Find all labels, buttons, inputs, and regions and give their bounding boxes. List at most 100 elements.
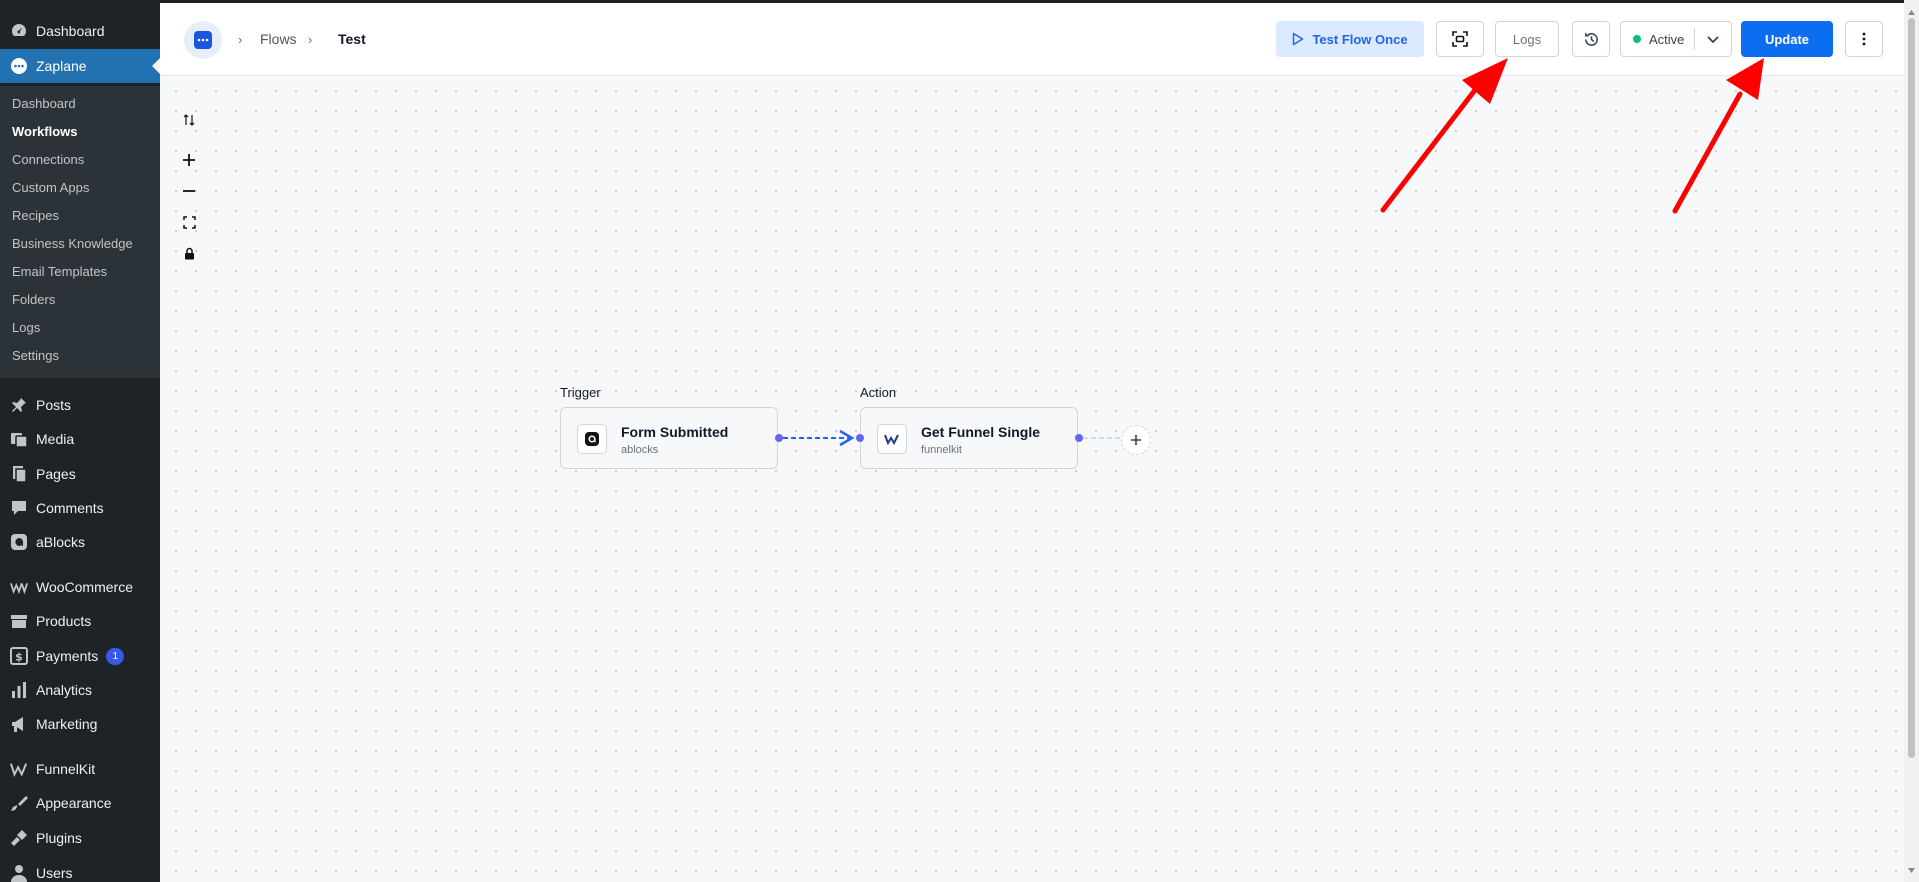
menu-products[interactable]: Products: [0, 604, 160, 638]
menu-label: Marketing: [36, 716, 98, 732]
status-select[interactable]: Active: [1620, 21, 1732, 57]
kebab-menu-icon: [1862, 32, 1866, 46]
scroll-down-icon[interactable]: [1907, 861, 1916, 879]
update-button[interactable]: Update: [1741, 21, 1833, 57]
menu-label: Dashboard: [36, 23, 105, 39]
trigger-section-label: Trigger: [560, 385, 601, 400]
vertical-scrollbar[interactable]: [1904, 0, 1919, 882]
zaplane-logo-icon: [194, 31, 212, 49]
zoom-out-icon[interactable]: [180, 182, 198, 200]
funnelkit-app-icon: [877, 424, 907, 454]
comments-icon: [10, 499, 28, 517]
test-flow-button[interactable]: Test Flow Once: [1276, 21, 1424, 57]
chevron-right-icon: ›: [238, 32, 243, 47]
menu-marketing[interactable]: Marketing: [0, 707, 160, 741]
test-flow-label: Test Flow Once: [1312, 31, 1408, 47]
swap-direction-icon[interactable]: [180, 111, 198, 129]
megaphone-icon: [10, 715, 28, 733]
menu-funnelkit[interactable]: FunnelKit: [0, 752, 160, 786]
breadcrumb-flows[interactable]: Flows: [260, 31, 297, 47]
scroll-up-icon[interactable]: [1907, 3, 1916, 21]
action-title: Get Funnel Single: [921, 424, 1041, 440]
menu-label: Plugins: [36, 830, 82, 846]
menu-pages[interactable]: Pages: [0, 457, 160, 491]
scrollbar-thumb[interactable]: [1908, 18, 1915, 758]
submenu-logs[interactable]: Logs: [12, 318, 40, 338]
action-input-port[interactable]: [856, 434, 864, 442]
submenu-email-templates[interactable]: Email Templates: [12, 262, 107, 282]
scan-icon: [1451, 30, 1469, 48]
menu-media[interactable]: Media: [0, 422, 160, 456]
payments-icon: $: [10, 647, 28, 665]
status-label: Active: [1649, 31, 1685, 47]
user-icon: [10, 864, 28, 882]
zoom-in-icon[interactable]: [180, 151, 198, 169]
action-app: funnelkit: [921, 444, 962, 456]
ablocks-app-icon: [577, 424, 607, 454]
submenu-business-knowledge[interactable]: Business Knowledge: [12, 234, 133, 254]
zaplane-logo[interactable]: [184, 21, 222, 59]
menu-analytics[interactable]: Analytics: [0, 673, 160, 707]
chevron-down-icon[interactable]: [1705, 31, 1721, 47]
breadcrumb-current: Test: [338, 31, 366, 47]
media-icon: [10, 430, 28, 448]
menu-ablocks[interactable]: aBlocks: [0, 525, 160, 559]
products-icon: [10, 612, 28, 630]
action-node[interactable]: Get Funnel Single funnelkit: [860, 407, 1078, 469]
history-button[interactable]: [1572, 21, 1610, 57]
menu-label: Comments: [36, 500, 104, 516]
lock-icon[interactable]: [180, 244, 198, 262]
menu-comments[interactable]: Comments: [0, 491, 160, 525]
plus-icon: [1130, 434, 1142, 446]
update-label: Update: [1764, 31, 1810, 47]
menu-label: FunnelKit: [36, 761, 96, 777]
submenu-dashboard[interactable]: Dashboard: [12, 94, 76, 114]
submenu-connections[interactable]: Connections: [12, 150, 84, 170]
menu-users[interactable]: Users: [0, 856, 160, 882]
divider: [1694, 28, 1695, 50]
action-output-port[interactable]: [1075, 434, 1083, 442]
menu-woocommerce[interactable]: WooCommerce: [0, 570, 160, 604]
menu-payments[interactable]: $ Payments 1: [0, 639, 160, 673]
zaplane-submenu: Dashboard Workflows Connections Custom A…: [0, 86, 160, 378]
fit-screen-icon[interactable]: [180, 213, 198, 231]
logs-label: Logs: [1512, 31, 1542, 47]
trigger-app: ablocks: [621, 444, 659, 456]
trigger-output-port[interactable]: [775, 434, 783, 442]
more-options-button[interactable]: [1845, 21, 1883, 57]
menu-label: WooCommerce: [36, 579, 133, 595]
menu-label: Pages: [36, 466, 76, 482]
menu-label: aBlocks: [36, 534, 86, 550]
logs-button[interactable]: Logs: [1495, 21, 1559, 57]
fit-view-button[interactable]: [1436, 21, 1484, 57]
submenu-workflows[interactable]: Workflows: [12, 122, 78, 142]
chevron-right-icon: ›: [308, 32, 313, 47]
woocommerce-icon: [10, 578, 28, 596]
menu-appearance[interactable]: Appearance: [0, 786, 160, 820]
menu-posts[interactable]: Posts: [0, 388, 160, 422]
status-dot: [1633, 35, 1641, 43]
submenu-recipes[interactable]: Recipes: [12, 206, 59, 226]
submenu-folders[interactable]: Folders: [12, 290, 55, 310]
menu-dashboard[interactable]: Dashboard: [0, 14, 160, 48]
payments-badge: 1: [106, 647, 125, 665]
submenu-settings[interactable]: Settings: [12, 346, 59, 366]
submenu-custom-apps[interactable]: Custom Apps: [12, 178, 89, 198]
menu-label: Analytics: [36, 682, 93, 698]
flow-canvas[interactable]: [160, 75, 1904, 882]
menu-plugins[interactable]: Plugins: [0, 821, 160, 855]
add-step-button[interactable]: [1121, 425, 1151, 455]
funnelkit-icon: [10, 760, 28, 778]
ablocks-icon: [10, 533, 28, 551]
trigger-node[interactable]: Form Submitted ablocks: [560, 407, 778, 469]
menu-label: Zaplane: [36, 58, 87, 74]
brush-icon: [10, 794, 28, 812]
pages-icon: [10, 465, 28, 483]
history-icon: [1583, 31, 1600, 48]
flow-header: › Flows › Test Test Flow Once Logs Activ…: [160, 3, 1904, 76]
menu-zaplane[interactable]: Zaplane: [0, 49, 160, 83]
pin-icon: [10, 396, 28, 414]
menu-label: Media: [36, 431, 75, 447]
svg-text:$: $: [15, 651, 23, 664]
menu-label: Products: [36, 613, 92, 629]
